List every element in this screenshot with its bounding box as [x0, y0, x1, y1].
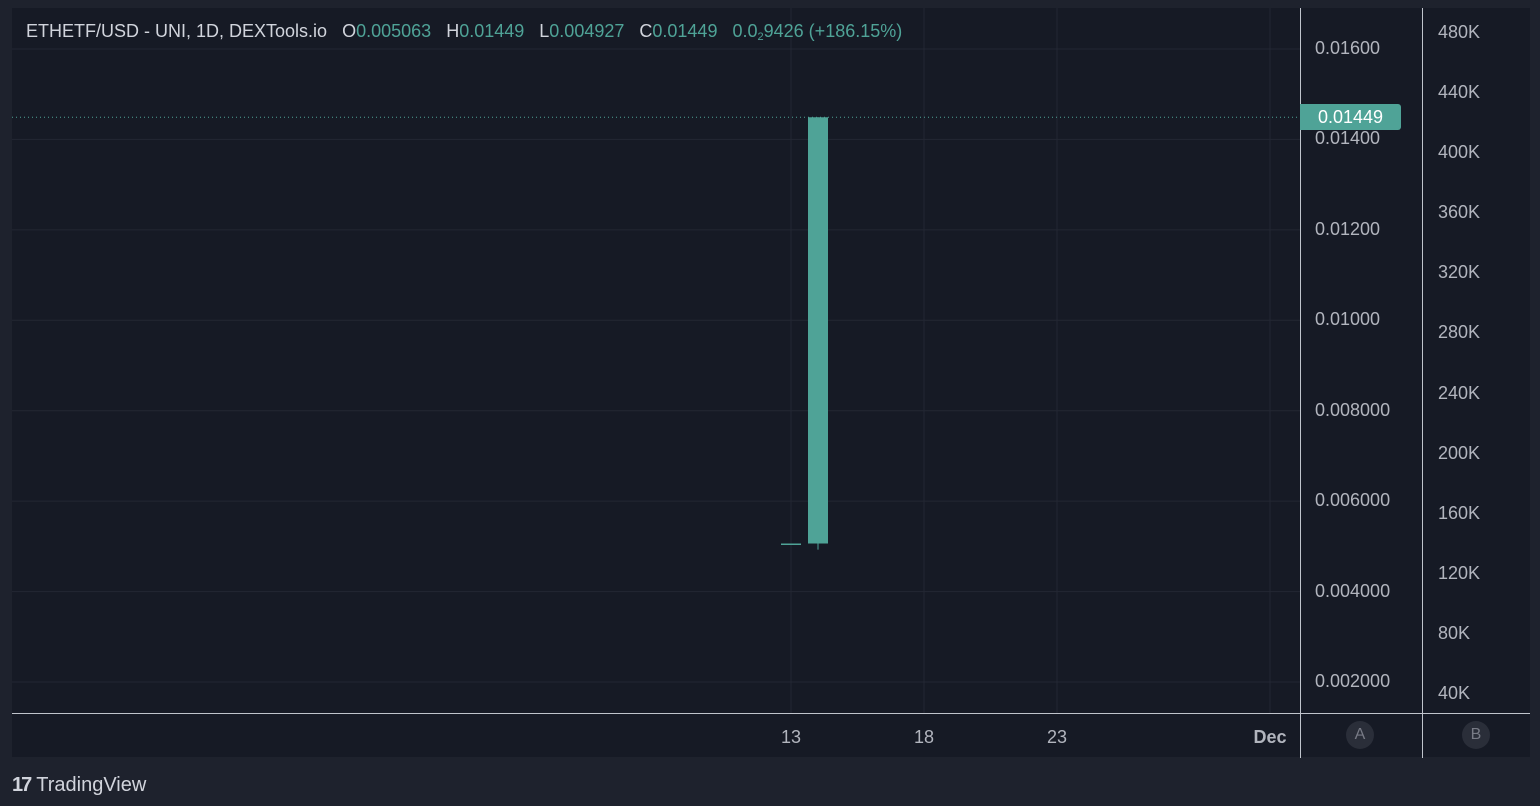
time-axis-label: 23	[1046, 727, 1068, 747]
symbol-title: ETHETF/USD - UNI, 1D, DEXTools.io	[26, 21, 328, 41]
price-axis-label: 0.002000	[1315, 671, 1391, 691]
time-axis[interactable]: A B 13 18 23 Dec	[12, 713, 1530, 758]
volume-axis-label: 480K	[1438, 22, 1481, 42]
close-key: C	[639, 21, 653, 41]
time-axis-divider	[1300, 714, 1301, 758]
price-axis-label: 0.008000	[1315, 399, 1391, 420]
time-axis-label: 18	[913, 727, 935, 747]
volume-axis-label: 200K	[1438, 442, 1481, 463]
tradingview-branding[interactable]: 17 TradingView	[12, 772, 146, 798]
chart-frame[interactable]: ETHETF/USD - UNI, 1D, DEXTools.io O0.005…	[12, 8, 1531, 758]
tradingview-logo-icon: 17	[12, 773, 32, 796]
volume-axis-label: 160K	[1438, 502, 1481, 523]
price-axis-label: 0.01400	[1315, 128, 1381, 149]
candle-body	[781, 543, 801, 546]
auto-scale-b-button[interactable]: B	[1462, 721, 1490, 749]
time-axis-label: 13	[780, 727, 802, 747]
price-axis-label: 0.01000	[1315, 309, 1381, 330]
change-value: 0.029426 (+186.15%)	[732, 21, 903, 43]
price-chart-svg[interactable]	[12, 8, 1300, 714]
ohlc-legend: ETHETF/USD - UNI, 1D, DEXTools.io O0.005…	[26, 21, 902, 43]
auto-scale-a-button[interactable]: A	[1346, 721, 1374, 749]
price-axis-label: 0.006000	[1315, 490, 1391, 511]
volume-axis-label: 80K	[1438, 622, 1471, 643]
high-value: 0.01449	[459, 21, 525, 41]
branding-text: TradingView	[36, 773, 147, 796]
volume-axis-label: 40K	[1438, 683, 1471, 703]
candle-body	[808, 117, 828, 544]
time-axis-label: Dec	[1253, 727, 1287, 747]
open-value: 0.005063	[356, 21, 432, 41]
price-axis-label: 0.01600	[1315, 38, 1381, 58]
close-value: 0.01449	[652, 21, 718, 41]
time-axis-divider	[1422, 714, 1423, 758]
volume-axis-label: 400K	[1438, 142, 1481, 163]
plot-area[interactable]: ETHETF/USD - UNI, 1D, DEXTools.io O0.005…	[12, 8, 1300, 714]
volume-axis-label: 320K	[1438, 262, 1481, 283]
volume-axis-label: 120K	[1438, 562, 1481, 583]
volume-axis-label: 240K	[1438, 382, 1481, 403]
last-price-label: 0.01449	[1300, 104, 1401, 130]
price-axis-label: 0.004000	[1315, 580, 1391, 601]
volume-axis-label: 280K	[1438, 322, 1481, 343]
low-key: L	[539, 21, 550, 41]
volume-axis-label: 440K	[1438, 82, 1481, 103]
low-value: 0.004927	[549, 21, 625, 41]
open-key: O	[342, 21, 357, 41]
volume-scale[interactable]: 480K 440K 400K 360K 320K 280K 240K 200K 160K 120K…	[1422, 8, 1531, 714]
price-axis-label: 0.01200	[1315, 218, 1381, 239]
volume-axis-label: 360K	[1438, 202, 1481, 223]
high-key: H	[446, 21, 460, 41]
